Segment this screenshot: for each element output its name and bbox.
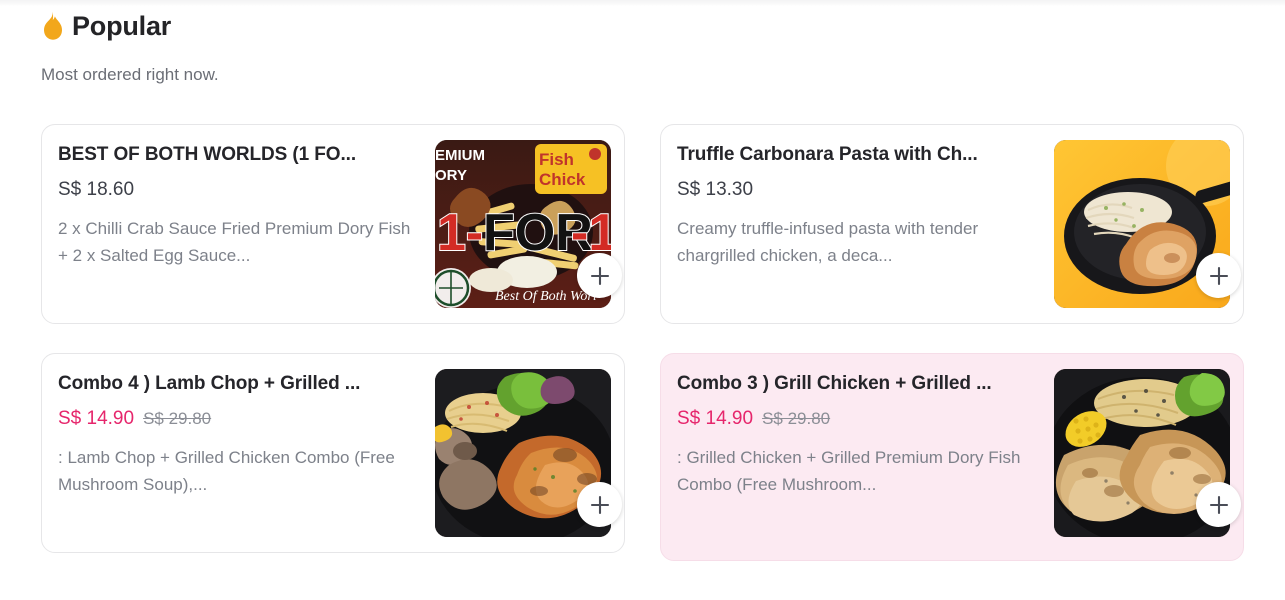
menu-item-thumbnail-wrap (1054, 369, 1241, 537)
svg-text:EMIUM: EMIUM (435, 147, 485, 164)
add-to-cart-button[interactable] (577, 482, 622, 527)
add-to-cart-button[interactable] (1196, 482, 1241, 527)
popular-items-grid: BEST OF BOTH WORLDS (1 FO... S$ 18.60 2 … (41, 124, 1244, 561)
menu-item-info: Combo 3 ) Grill Chicken + Grilled ... S$… (661, 372, 1054, 498)
menu-item-card[interactable]: BEST OF BOTH WORLDS (1 FO... S$ 18.60 2 … (41, 124, 625, 324)
svg-text:ORY: ORY (435, 167, 467, 184)
plus-icon (1209, 266, 1228, 285)
menu-item-price: S$ 14.90 (677, 408, 754, 429)
page-title: Popular (72, 11, 172, 41)
price-row: S$ 14.90 S$ 29.80 (58, 407, 425, 431)
menu-item-price: S$ 18.60 (58, 179, 135, 200)
price-row: S$ 13.30 (677, 178, 1044, 202)
menu-item-title: BEST OF BOTH WORLDS (1 FO... (58, 144, 357, 165)
plus-icon (590, 495, 609, 514)
menu-item-info: Truffle Carbonara Pasta with Ch... S$ 13… (661, 143, 1054, 269)
section-header: Popular (41, 10, 171, 42)
svg-text:Chick: Chick (539, 170, 586, 189)
price-row: S$ 14.90 S$ 29.80 (677, 407, 1044, 431)
menu-item-description: : Grilled Chicken + Grilled Premium Dory… (677, 448, 1021, 494)
menu-item-title: Combo 3 ) Grill Chicken + Grilled ... (677, 373, 992, 394)
add-to-cart-button[interactable] (1196, 253, 1241, 298)
menu-item-info: BEST OF BOTH WORLDS (1 FO... S$ 18.60 2 … (42, 143, 435, 269)
svg-text:Best Of Both Worl: Best Of Both Worl (495, 289, 597, 304)
menu-item-card[interactable]: Truffle Carbonara Pasta with Ch... S$ 13… (660, 124, 1244, 324)
svg-text:1-: 1- (437, 204, 483, 262)
section-subtitle: Most ordered right now. (41, 65, 219, 84)
menu-item-description: Creamy truffle-infused pasta with tender… (677, 219, 979, 265)
menu-item-thumbnail-wrap (435, 369, 622, 537)
plus-icon (1209, 495, 1228, 514)
popular-section: Popular Most ordered right now. BEST OF … (0, 0, 1285, 600)
menu-item-price: S$ 13.30 (677, 179, 754, 200)
menu-item-info: Combo 4 ) Lamb Chop + Grilled ... S$ 14.… (42, 372, 435, 498)
svg-text:Fish: Fish (539, 150, 574, 169)
plus-icon (590, 266, 609, 285)
flame-icon (44, 11, 62, 40)
menu-item-original-price: S$ 29.80 (143, 409, 212, 428)
menu-item-card[interactable]: Combo 3 ) Grill Chicken + Grilled ... S$… (660, 353, 1244, 561)
menu-item-original-price: S$ 29.80 (762, 409, 831, 428)
menu-item-description: 2 x Chilli Crab Sauce Fried Premium Dory… (58, 219, 411, 265)
add-to-cart-button[interactable] (577, 253, 622, 298)
menu-item-description: : Lamb Chop + Grilled Chicken Combo (Fre… (58, 448, 395, 494)
menu-item-title: Truffle Carbonara Pasta with Ch... (677, 144, 978, 165)
menu-item-title: Combo 4 ) Lamb Chop + Grilled ... (58, 373, 361, 394)
menu-item-card[interactable]: Combo 4 ) Lamb Chop + Grilled ... S$ 14.… (41, 353, 625, 553)
menu-item-price: S$ 14.90 (58, 408, 135, 429)
menu-item-thumbnail-wrap: Fish Chick EMIUM ORY 1- FOR -1 B (435, 140, 622, 308)
price-row: S$ 18.60 (58, 178, 425, 202)
menu-item-thumbnail-wrap (1054, 140, 1241, 308)
